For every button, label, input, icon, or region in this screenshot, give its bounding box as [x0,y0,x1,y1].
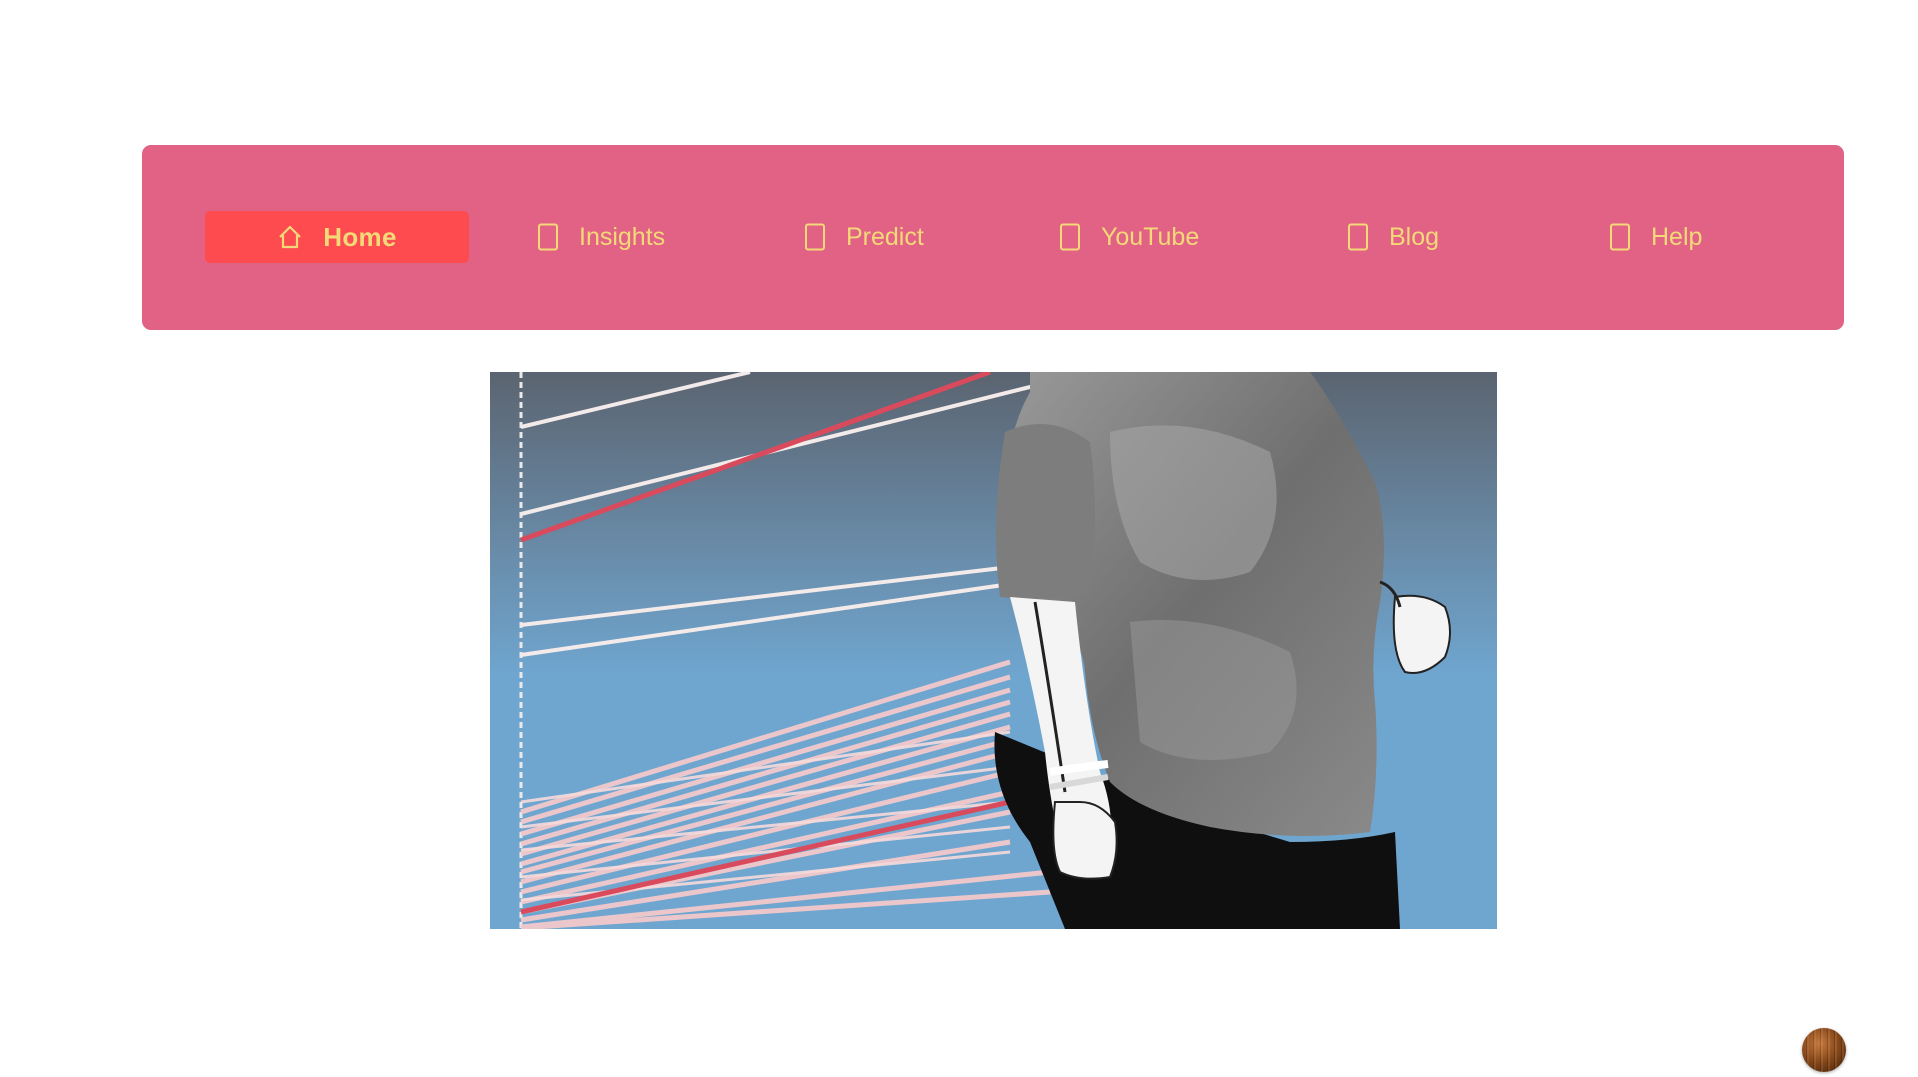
nav-item-help[interactable]: Help [1609,211,1702,263]
chat-widget-button[interactable] [1802,1028,1846,1072]
blog-icon [1347,223,1369,251]
chat-avatar-icon [1802,1028,1846,1072]
nav-item-label: Help [1651,222,1703,251]
hero-illustration [490,372,1497,929]
youtube-icon [1059,223,1081,251]
page: Home Insights Predict YouTube Blog Help [0,0,1918,1077]
nav-item-label: Insights [579,222,666,251]
hero-image [490,372,1497,929]
help-icon [1609,223,1631,251]
nav-item-label: Blog [1389,222,1440,251]
nav-item-label: Predict [846,222,924,251]
nav-item-insights[interactable]: Insights [537,211,665,263]
top-navbar: Home Insights Predict YouTube Blog Help [142,145,1844,330]
predict-icon [804,223,826,251]
nav-item-label: Home [323,221,397,252]
nav-item-home[interactable]: Home [205,211,469,263]
nav-item-youtube[interactable]: YouTube [1059,211,1199,263]
nav-item-predict[interactable]: Predict [804,211,924,263]
nav-item-blog[interactable]: Blog [1347,211,1439,263]
home-icon [277,224,303,250]
insights-icon [537,223,559,251]
nav-item-label: YouTube [1101,222,1200,251]
